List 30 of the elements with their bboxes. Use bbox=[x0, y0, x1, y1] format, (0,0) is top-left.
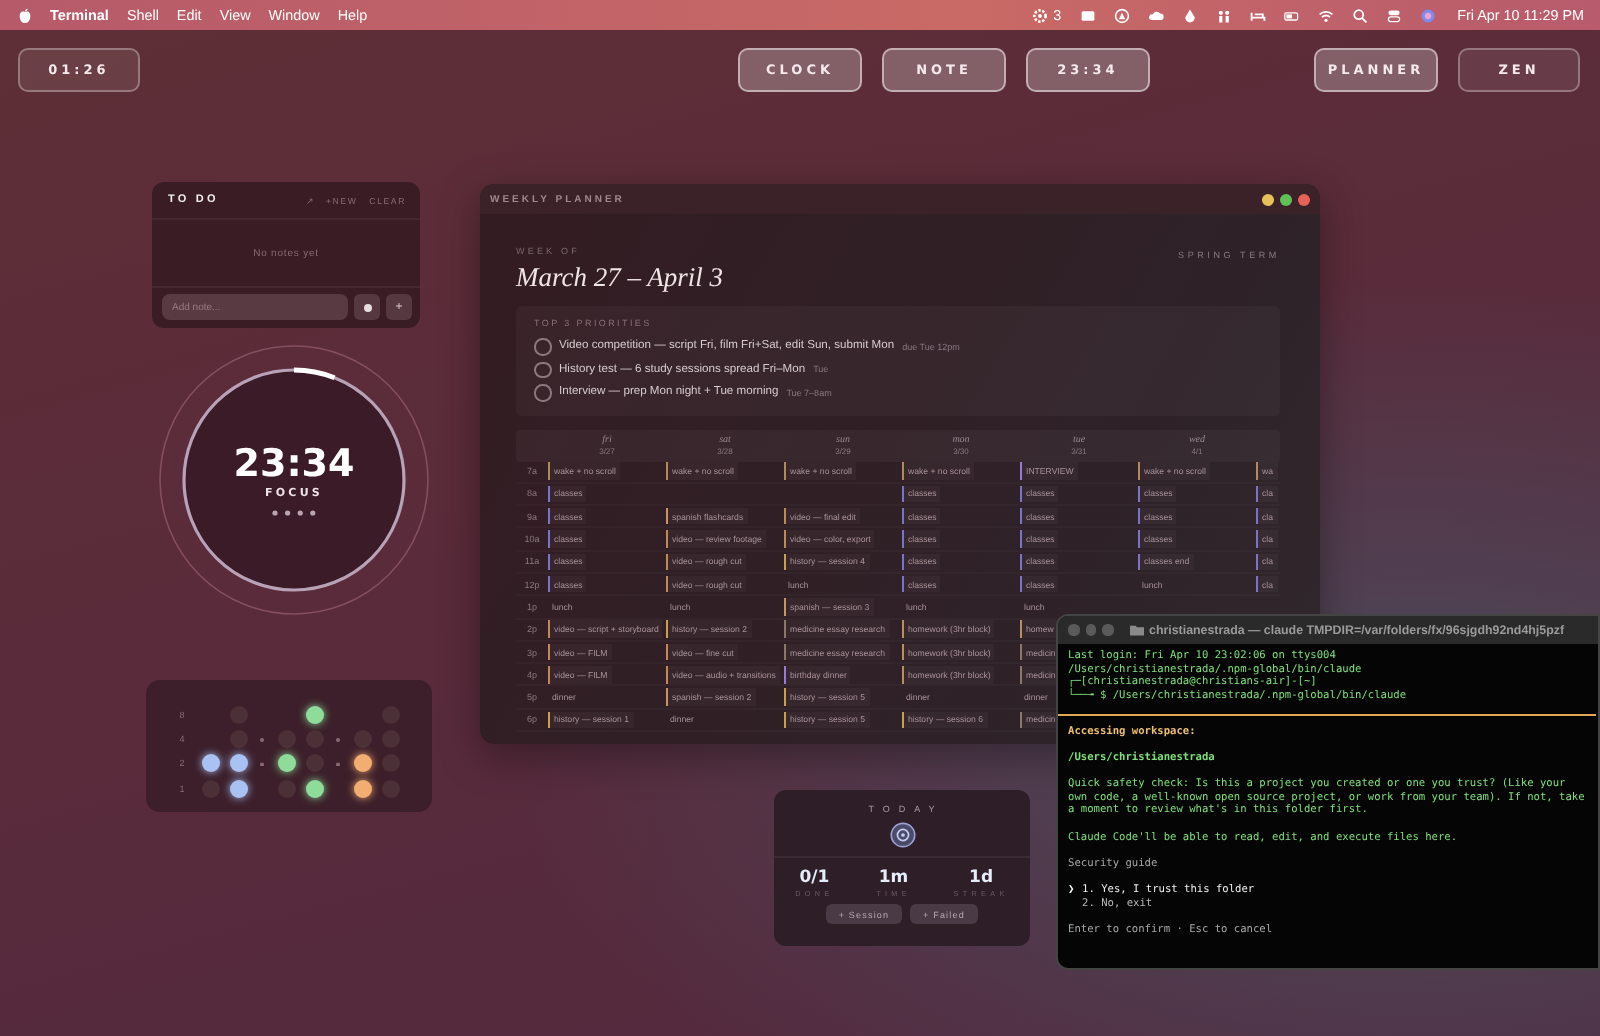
priority-checkbox[interactable] bbox=[534, 384, 551, 401]
minimize-button[interactable] bbox=[1262, 193, 1274, 205]
close-button[interactable] bbox=[1068, 624, 1079, 636]
battery-icon[interactable] bbox=[1283, 7, 1300, 23]
priority-checkbox[interactable] bbox=[534, 361, 551, 378]
orb-icon[interactable] bbox=[1419, 7, 1436, 23]
priority-checkbox[interactable] bbox=[534, 338, 551, 355]
session-dots-icon bbox=[272, 510, 316, 516]
stat-value: 1m bbox=[878, 868, 909, 888]
apple-icon[interactable] bbox=[18, 7, 32, 23]
search-icon[interactable] bbox=[1351, 7, 1368, 23]
dot-icon bbox=[363, 303, 371, 311]
week-range: March 27 – April 3 bbox=[516, 262, 723, 294]
target-icon[interactable] bbox=[889, 822, 915, 848]
close-button[interactable] bbox=[1298, 193, 1310, 205]
zoom-button[interactable] bbox=[1280, 193, 1292, 205]
stat-value: 1d bbox=[969, 868, 994, 888]
stat-value: 0/1 bbox=[799, 868, 830, 888]
cloud-icon[interactable] bbox=[1147, 7, 1164, 23]
wifi-icon[interactable] bbox=[1317, 7, 1334, 23]
bed-icon[interactable] bbox=[1249, 7, 1266, 23]
people-icon[interactable] bbox=[1215, 7, 1232, 23]
focus-timer: 23:34 bbox=[233, 444, 355, 484]
window-icon[interactable] bbox=[1079, 7, 1096, 23]
gear-icon[interactable] bbox=[1031, 7, 1048, 23]
dot-button[interactable] bbox=[354, 294, 380, 320]
folder-icon bbox=[1129, 624, 1143, 636]
toggle-icon[interactable] bbox=[1385, 7, 1402, 23]
circle-icon[interactable] bbox=[1113, 7, 1130, 23]
drop-icon[interactable] bbox=[1181, 7, 1198, 23]
